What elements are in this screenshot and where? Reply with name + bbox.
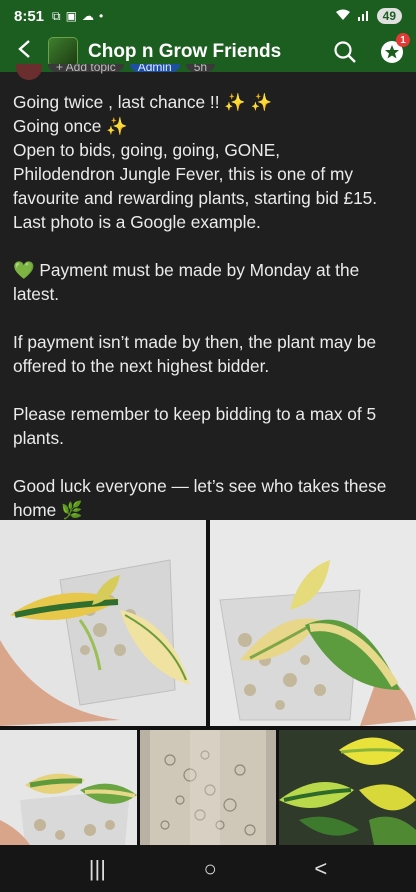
clock: 8:51	[14, 7, 45, 25]
notifications-button[interactable]: 1	[380, 33, 410, 64]
post-line: Going twice , last chance !! ✨ ✨	[13, 92, 273, 112]
notification-count: 1	[396, 33, 410, 47]
plant-photo-2[interactable]	[210, 520, 416, 726]
post-line: Please remember to keep bidding to a max…	[13, 404, 377, 448]
signal-icon	[357, 9, 371, 24]
roots-photo[interactable]	[140, 730, 276, 845]
post-line: Philodendron Jungle Fever, this is one o…	[13, 164, 378, 232]
post-age: 5h	[185, 64, 216, 74]
photo-grid	[0, 520, 416, 845]
home-button[interactable]: ○	[204, 856, 217, 882]
back-nav-button[interactable]: <	[314, 856, 327, 882]
plant-photo-3[interactable]	[0, 730, 137, 845]
shop-icon: ▣	[65, 9, 77, 23]
system-nav-bar: ||| ○ <	[0, 845, 416, 892]
group-title[interactable]: Chop n Grow Friends	[88, 41, 281, 63]
back-arrow-icon	[17, 39, 31, 65]
dot-icon: •	[98, 9, 104, 23]
status-bar: 8:51 ⧉ ▣ ☁ • 49	[0, 0, 416, 32]
screenshot-icon: ⧉	[52, 8, 61, 23]
post-line: Going once ✨	[13, 116, 128, 136]
back-button[interactable]	[12, 40, 36, 64]
plant-photo-1[interactable]	[0, 520, 206, 726]
add-topic-chip[interactable]: + Add topic	[48, 64, 124, 74]
group-logo[interactable]	[48, 37, 78, 67]
cloud-icon: ☁	[81, 9, 94, 23]
battery-indicator: 49	[376, 8, 402, 24]
search-button[interactable]	[332, 39, 358, 65]
post-line: 💚 Payment must be made by Monday at the …	[13, 260, 360, 304]
admin-badge: Admin	[129, 64, 180, 74]
wifi-icon	[335, 9, 351, 24]
avatar[interactable]	[16, 64, 42, 80]
post-meta: + Add topic Admin 5h	[0, 64, 416, 80]
post-line: Open to bids, going, going, GONE,	[13, 140, 281, 160]
post-body: Going twice , last chance !! ✨ ✨ Going o…	[13, 90, 405, 522]
post-line: If payment isn’t made by then, the plant…	[13, 332, 377, 376]
post-line: Good luck everyone — let’s see who takes…	[13, 476, 387, 520]
search-icon	[334, 41, 356, 63]
recents-button[interactable]: |||	[89, 856, 106, 882]
google-example-photo[interactable]	[279, 730, 416, 845]
